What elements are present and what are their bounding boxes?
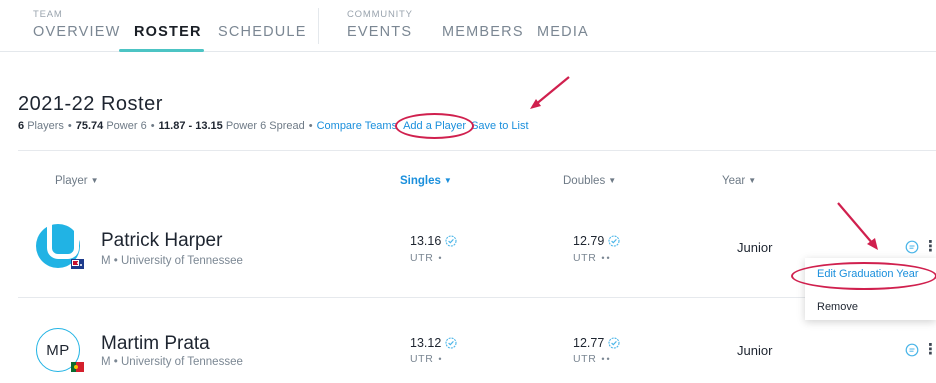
doubles-rating: 12.77 bbox=[573, 336, 620, 350]
column-header-doubles[interactable]: Doubles ▼ bbox=[563, 175, 616, 187]
player-subtitle: M • University of Tennessee bbox=[101, 356, 243, 368]
utr-text: UTR bbox=[410, 252, 434, 264]
year-value: Junior bbox=[737, 240, 773, 255]
bullet: • bbox=[308, 120, 313, 132]
player-name[interactable]: Patrick Harper bbox=[101, 230, 222, 252]
utr-text: UTR bbox=[410, 353, 434, 365]
caret-down-icon: ▼ bbox=[443, 176, 452, 185]
australia-flag-icon bbox=[71, 259, 84, 269]
save-to-list-link[interactable]: Save to List bbox=[471, 120, 528, 132]
more-options-icon[interactable]: ⋮ bbox=[923, 342, 936, 357]
roster-summary: 6 Players • 75.74 Power 6 • 11.87 - 13.1… bbox=[18, 113, 529, 139]
player-name[interactable]: Martim Prata bbox=[101, 333, 210, 355]
column-header-label: Doubles bbox=[563, 175, 606, 187]
tab-schedule[interactable]: SCHEDULE bbox=[218, 24, 307, 40]
doubles-value: 12.77 bbox=[573, 336, 605, 350]
singles-utr-label: UTR • bbox=[410, 252, 444, 264]
bullet: • bbox=[67, 120, 72, 132]
doubles-rating: 12.79 bbox=[573, 234, 620, 248]
top-nav: TEAM OVERVIEW ROSTER SCHEDULE COMMUNITY … bbox=[0, 0, 936, 52]
spread-text: Power 6 Spread bbox=[225, 120, 305, 132]
doubles-utr-label: UTR •• bbox=[573, 353, 612, 365]
team-group-label: TEAM bbox=[33, 9, 63, 20]
tab-events[interactable]: EVENTS bbox=[347, 24, 412, 40]
reliability-dots: • bbox=[438, 354, 444, 364]
annotation-overlay bbox=[530, 76, 878, 250]
singles-value: 13.16 bbox=[410, 234, 442, 248]
column-header-year[interactable]: Year ▼ bbox=[722, 175, 756, 187]
verified-badge-icon bbox=[445, 337, 457, 349]
active-tab-underline bbox=[119, 49, 204, 52]
reliability-dots: •• bbox=[601, 354, 612, 364]
utr-text: UTR bbox=[573, 353, 597, 365]
spread-value: 11.87 - 13.15 bbox=[158, 120, 223, 132]
power6-value: 75.74 bbox=[75, 120, 104, 132]
singles-value: 13.12 bbox=[410, 336, 442, 350]
message-icon[interactable] bbox=[905, 343, 919, 357]
annotation-circle bbox=[791, 262, 936, 290]
year-value: Junior bbox=[737, 343, 773, 358]
menu-item-remove[interactable]: Remove bbox=[817, 301, 858, 313]
bullet: • bbox=[150, 120, 155, 132]
tab-overview[interactable]: OVERVIEW bbox=[33, 24, 121, 40]
row-divider bbox=[18, 297, 936, 298]
players-count: 6 bbox=[18, 120, 25, 132]
caret-down-icon: ▼ bbox=[90, 176, 99, 185]
column-header-label: Year bbox=[722, 175, 746, 187]
tab-roster[interactable]: ROSTER bbox=[134, 24, 202, 40]
more-options-icon[interactable]: ⋮ bbox=[923, 239, 936, 254]
community-group-label: COMMUNITY bbox=[347, 9, 413, 20]
portugal-flag-icon bbox=[71, 362, 84, 372]
doubles-utr-label: UTR •• bbox=[573, 252, 612, 264]
tab-media[interactable]: MEDIA bbox=[537, 24, 589, 40]
player-subtitle: M • University of Tennessee bbox=[101, 255, 243, 267]
doubles-value: 12.79 bbox=[573, 234, 605, 248]
singles-rating: 13.16 bbox=[410, 234, 457, 248]
players-text: Players bbox=[27, 120, 64, 132]
power6-text: Power 6 bbox=[106, 120, 147, 132]
caret-down-icon: ▼ bbox=[748, 176, 757, 185]
column-header-label: Player bbox=[55, 175, 88, 187]
tab-members[interactable]: MEMBERS bbox=[442, 24, 524, 40]
column-header-singles[interactable]: Singles ▼ bbox=[400, 175, 452, 187]
verified-badge-icon bbox=[608, 337, 620, 349]
message-icon[interactable] bbox=[905, 240, 919, 254]
verified-badge-icon bbox=[608, 235, 620, 247]
verified-badge-icon bbox=[445, 235, 457, 247]
annotation-arrow-icon bbox=[837, 202, 878, 250]
caret-down-icon: ▼ bbox=[608, 176, 617, 185]
reliability-dots: •• bbox=[601, 253, 612, 263]
nav-divider bbox=[318, 8, 319, 44]
add-player-link[interactable]: Add a Player bbox=[395, 113, 475, 139]
column-header-player[interactable]: Player ▼ bbox=[55, 175, 99, 187]
roster-title: 2021-22 Roster bbox=[18, 93, 163, 115]
column-header-label: Singles bbox=[400, 175, 441, 187]
annotation-arrow-icon bbox=[530, 76, 570, 109]
singles-rating: 13.12 bbox=[410, 336, 457, 350]
header-divider bbox=[18, 150, 936, 151]
utr-text: UTR bbox=[573, 252, 597, 264]
singles-utr-label: UTR • bbox=[410, 353, 444, 365]
reliability-dots: • bbox=[438, 253, 444, 263]
compare-teams-link[interactable]: Compare Teams bbox=[317, 120, 398, 132]
